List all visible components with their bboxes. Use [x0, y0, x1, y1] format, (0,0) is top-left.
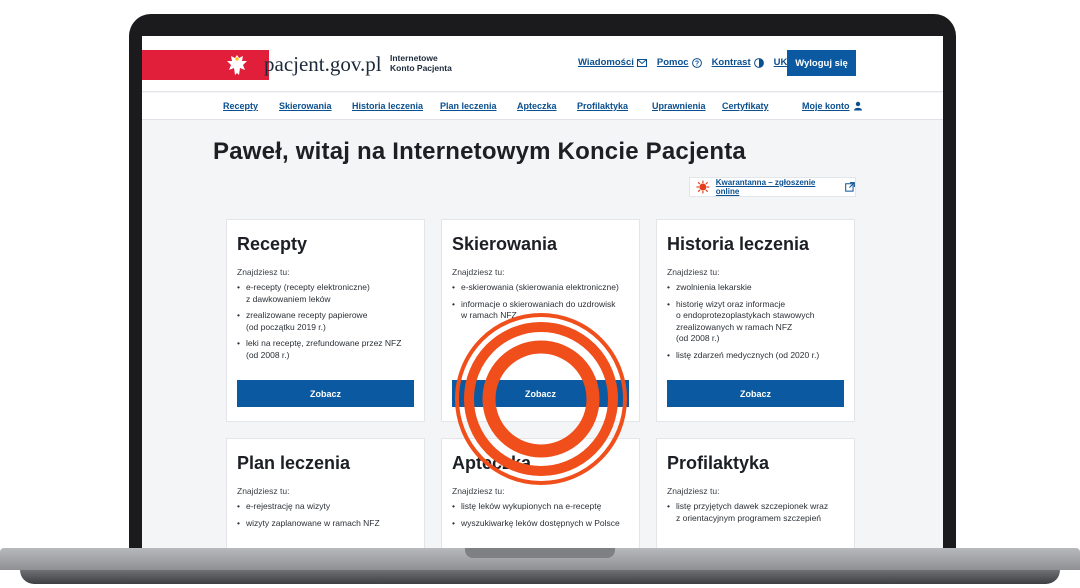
card-title: Profilaktyka [667, 453, 770, 473]
browser-screen: pacjent.gov.pl Internetowe Konto Pacjent… [142, 36, 943, 548]
card-plan-leczenia: Plan leczenia Znajdziesz tu: e-rejestrac… [226, 438, 425, 548]
list-item: historię wizyt oraz informacjeo endoprot… [667, 299, 819, 345]
card-recepty: Recepty Znajdziesz tu: e-recepty (recept… [226, 219, 425, 422]
card-list: listę leków wykupionych na e-receptę wys… [452, 501, 620, 534]
list-item: zrealizowane recepty papierowe(od począt… [237, 310, 401, 333]
quarantine-link-label: Kwarantanna – zgłoszenie online [715, 178, 816, 196]
logout-button[interactable]: Wyloguj się [787, 50, 856, 76]
list-item: listę zdarzeń medycznych (od 2020 r.) [667, 350, 819, 362]
list-item: e-rejestrację na wizyty [237, 501, 380, 513]
zobacz-button[interactable]: Zobacz [667, 380, 844, 407]
list-item: e-skierowania (skierowania elektroniczne… [452, 282, 619, 294]
nav-item-skierowania[interactable]: Skierowania [279, 101, 332, 111]
card-title: Recepty [237, 234, 308, 254]
list-item: wyszukiwarkę leków dostępnych w Polsce [452, 518, 620, 530]
brand-logo-text[interactable]: pacjent.gov.pl [264, 52, 382, 77]
external-link-icon [845, 182, 855, 192]
nav-item-certyfikaty[interactable]: Certyfikaty [722, 101, 769, 111]
nav-item-apteczka[interactable]: Apteczka [517, 101, 557, 111]
list-item: informacje o skierowaniach do uzdrowiskw… [452, 299, 619, 322]
list-item: e-recepty (recepty elektroniczne)z dawko… [237, 282, 401, 305]
card-lead: Znajdziesz tu: [667, 486, 720, 496]
card-lead: Znajdziesz tu: [237, 486, 290, 496]
envelope-icon [636, 58, 647, 67]
card-title: Apteczka [452, 453, 532, 473]
laptop-mockup: pacjent.gov.pl Internetowe Konto Pacjent… [0, 0, 1080, 588]
nav-item-plan-leczenia[interactable]: Plan leczenia [440, 101, 497, 111]
contrast-icon [753, 57, 764, 68]
list-item: listę leków wykupionych na e-receptę [452, 501, 620, 513]
user-icon [853, 101, 862, 111]
virus-icon [696, 180, 710, 194]
site-header: pacjent.gov.pl Internetowe Konto Pacjent… [142, 36, 943, 92]
nav-item-account[interactable]: Moje konto [802, 101, 863, 111]
header-links: Wiadomości Pomoc ? Kontrast UK [578, 57, 800, 68]
card-skierowania: Skierowania Znajdziesz tu: e-skierowania… [441, 219, 640, 422]
list-item: zwolnienia lekarskie [667, 282, 819, 294]
page-title: Paweł, witaj na Internetowym Koncie Pacj… [213, 138, 746, 165]
nav-item-uprawnienia[interactable]: Uprawnienia [652, 101, 706, 111]
card-lead: Znajdziesz tu: [667, 267, 720, 277]
card-apteczka: Apteczka Znajdziesz tu: listę leków wyku… [441, 438, 640, 548]
nav-item-recepty[interactable]: Recepty [223, 101, 258, 111]
card-title: Skierowania [452, 234, 558, 254]
card-lead: Znajdziesz tu: [452, 267, 505, 277]
flag-bar [142, 50, 269, 80]
messages-link[interactable]: Wiadomości [578, 57, 647, 68]
card-title: Historia leczenia [667, 234, 810, 254]
main-nav: Recepty Skierowania Historia leczenia Pl… [142, 93, 943, 120]
laptop-base [0, 548, 1080, 588]
nav-item-historia-leczenia[interactable]: Historia leczenia [352, 101, 423, 111]
zobacz-button[interactable]: Zobacz [237, 380, 414, 407]
quarantine-link[interactable]: Kwarantanna – zgłoszenie online [689, 177, 856, 197]
svg-text:?: ? [694, 60, 698, 67]
eagle-emblem-icon [227, 55, 247, 75]
card-list: e-skierowania (skierowania elektroniczne… [452, 282, 619, 327]
list-item: leki na receptę, zrefundowane przez NFZ(… [237, 338, 401, 361]
zobacz-button[interactable]: Zobacz [452, 380, 629, 407]
nav-item-profilaktyka[interactable]: Profilaktyka [577, 101, 628, 111]
card-list: e-recepty (recepty elektroniczne)z dawko… [237, 282, 401, 366]
card-list: zwolnienia lekarskie historię wizyt oraz… [667, 282, 819, 366]
card-lead: Znajdziesz tu: [237, 267, 290, 277]
brand-subtitle: Internetowe Konto Pacjenta [390, 53, 452, 73]
card-list: e-rejestrację na wizyty wizyty zaplanowa… [237, 501, 380, 534]
contrast-link[interactable]: Kontrast [712, 57, 764, 68]
list-item: wizyty zaplanowane w ramach NFZ [237, 518, 380, 530]
help-link[interactable]: Pomoc ? [657, 57, 702, 68]
card-title: Plan leczenia [237, 453, 351, 473]
card-list: listę przyjętych dawek szczepionek wrazz… [667, 501, 828, 529]
card-lead: Znajdziesz tu: [452, 486, 505, 496]
card-historia-leczenia: Historia leczenia Znajdziesz tu: zwolnie… [656, 219, 855, 422]
list-item: listę przyjętych dawek szczepionek wrazz… [667, 501, 828, 524]
card-profilaktyka: Profilaktyka Znajdziesz tu: listę przyję… [656, 438, 855, 548]
question-icon: ? [691, 57, 702, 68]
